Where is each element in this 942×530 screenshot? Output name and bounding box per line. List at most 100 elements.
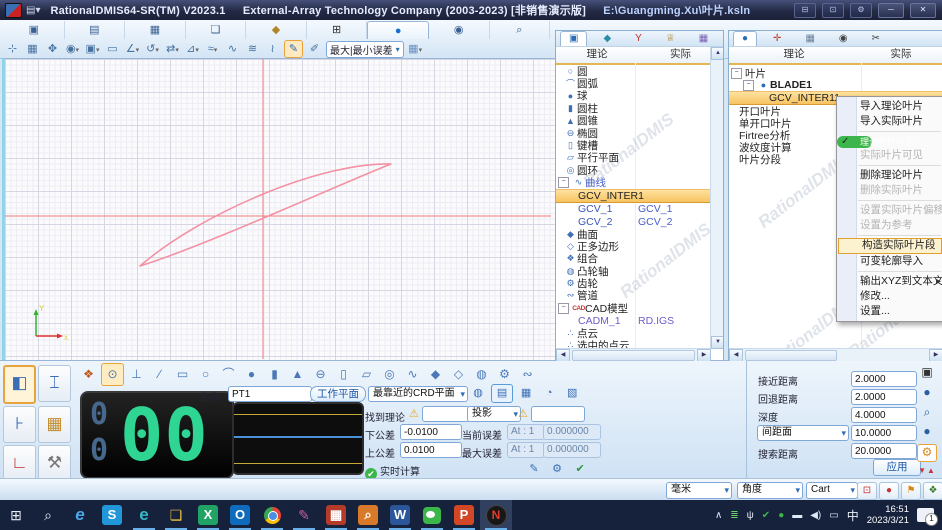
- crate-button[interactable]: ▦: [38, 406, 71, 443]
- spacing-dropdown[interactable]: 间距面: [757, 425, 849, 441]
- menu-item-highlighted[interactable]: 构造实际叶片段: [838, 238, 942, 254]
- graph-view-icon[interactable]: ▤: [491, 384, 513, 403]
- blade-tab[interactable]: ●: [733, 31, 757, 46]
- scroll-left-button[interactable]: ◀: [729, 349, 743, 362]
- fixture-button[interactable]: ⌶: [38, 365, 71, 402]
- tab-report[interactable]: ▤: [65, 21, 126, 39]
- probe-cube-button[interactable]: ◧: [3, 365, 36, 404]
- actual-column-header[interactable]: 实际: [859, 47, 942, 63]
- feature-config-icon[interactable]: ❖: [78, 364, 99, 385]
- powerpoint-icon[interactable]: P: [448, 500, 480, 530]
- polygon-icon[interactable]: ◇: [448, 364, 469, 385]
- menu-item[interactable]: 删除理论叶片: [837, 168, 942, 183]
- excel-icon[interactable]: X: [192, 500, 224, 530]
- scroll-left-button[interactable]: ◀: [556, 349, 570, 362]
- menu-item[interactable]: 可变轮廓导入: [837, 254, 942, 269]
- theory-column-header[interactable]: 理论: [556, 47, 638, 63]
- network-icon[interactable]: ▭: [829, 510, 838, 521]
- probe-view-icon[interactable]: ◍: [468, 385, 488, 402]
- menu-item[interactable]: 导入理论叶片: [837, 99, 942, 114]
- inspect-icon[interactable]: ⌕: [918, 405, 936, 421]
- zoom-window-icon[interactable]: ▦: [24, 41, 41, 57]
- scan-wave-icon[interactable]: ≈▾: [204, 41, 221, 57]
- touch-pen-icon[interactable]: ✎: [284, 40, 303, 58]
- paint-icon[interactable]: ✎: [288, 500, 320, 530]
- theory-column-header[interactable]: 理论: [729, 47, 859, 63]
- tab-workspace[interactable]: ▣: [4, 21, 65, 39]
- confirm-icon[interactable]: ✔: [570, 461, 590, 478]
- perf-icon[interactable]: ≣: [730, 510, 738, 521]
- tool-settings-icon[interactable]: ⚙: [547, 461, 567, 478]
- machine-link-icon[interactable]: ⚙: [850, 3, 872, 18]
- scan-rotate-icon[interactable]: ↺▾: [144, 41, 161, 57]
- menu-item-checked[interactable]: 理论叶片可见: [837, 136, 872, 148]
- menu-item[interactable]: 设置...: [837, 304, 942, 319]
- approach-input[interactable]: [851, 371, 917, 387]
- cam-icon[interactable]: ◍: [471, 364, 492, 385]
- vertical-scrollbar[interactable]: ▲ ▼: [710, 47, 723, 349]
- search-app-icon[interactable]: ⌕: [352, 500, 384, 530]
- volume-icon[interactable]: ◀): [810, 510, 821, 521]
- tree-item[interactable]: GCV_1GCV_1: [556, 203, 723, 215]
- tree-item[interactable]: ●BLADE1: [729, 79, 942, 91]
- probe-angle-icon[interactable]: ∠▾: [124, 41, 141, 57]
- scroll-up-button[interactable]: ▲: [711, 47, 724, 60]
- monitor-status-icon[interactable]: ⊡: [822, 3, 844, 18]
- browser360-icon[interactable]: ▦: [320, 500, 352, 530]
- flag-icon[interactable]: ⚑: [901, 482, 921, 500]
- word-icon[interactable]: W: [384, 500, 416, 530]
- units-dropdown[interactable]: 毫米: [666, 482, 732, 499]
- gear-icon[interactable]: ⚙: [494, 364, 515, 385]
- wave-mid-icon[interactable]: ≋: [244, 41, 261, 57]
- axes-feature-icon[interactable]: ⊥: [126, 364, 147, 385]
- usb-icon[interactable]: ψ: [747, 510, 754, 521]
- probe-ball-icon[interactable]: ●: [879, 482, 899, 500]
- menu-list-icon[interactable]: ▤▾: [26, 5, 40, 16]
- grid-options-icon[interactable]: ▦▾: [407, 41, 424, 57]
- card-icon[interactable]: ▬: [792, 510, 802, 521]
- scroll-thumb[interactable]: [745, 350, 837, 361]
- minimize-button[interactable]: ─: [878, 3, 904, 18]
- rationaldmis-icon[interactable]: N: [480, 500, 512, 530]
- point-icon[interactable]: ⊙: [101, 363, 124, 386]
- scroll-down-button[interactable]: ▼: [711, 336, 724, 349]
- machine-setup-button[interactable]: ⚒: [38, 445, 71, 482]
- wechat-icon[interactable]: [416, 500, 448, 530]
- curve-icon[interactable]: ∿: [402, 364, 423, 385]
- line-icon[interactable]: ∕: [149, 364, 170, 385]
- collapse-toggle[interactable]: [558, 303, 569, 314]
- collapse-toggle[interactable]: [743, 80, 754, 91]
- bounds-icon[interactable]: ⊡: [857, 482, 877, 500]
- coord-dropdown[interactable]: Cart: [806, 482, 858, 499]
- torus-icon[interactable]: ◎: [379, 364, 400, 385]
- antivirus-icon[interactable]: ✔: [762, 510, 770, 521]
- tree-item-selected[interactable]: GCV_INTER1: [556, 189, 723, 203]
- crown-icon[interactable]: ♕: [658, 32, 683, 46]
- slot-icon[interactable]: ▯: [333, 364, 354, 385]
- table-view-icon[interactable]: ▦: [516, 385, 536, 402]
- ie-icon[interactable]: e: [64, 500, 96, 530]
- error-mode-dropdown[interactable]: 最大|最小误差: [326, 41, 404, 58]
- collapse-toggle[interactable]: [558, 177, 569, 188]
- wave-low-icon[interactable]: ∿: [224, 41, 241, 57]
- ellipse-icon[interactable]: ⊖: [310, 364, 331, 385]
- edge-icon[interactable]: e: [128, 500, 160, 530]
- parallel-planes-icon[interactable]: ▱: [356, 364, 377, 385]
- tab-table[interactable]: ▦: [125, 21, 186, 39]
- orbit-icon[interactable]: ◉▾: [64, 41, 81, 57]
- axes-button[interactable]: ∟: [3, 445, 36, 482]
- remote-control-icon[interactable]: ⊟: [794, 3, 816, 18]
- layers-view-icon[interactable]: ▧: [562, 385, 582, 402]
- tree-item[interactable]: 叶片: [729, 67, 942, 79]
- output-icon[interactable]: ▣: [918, 365, 936, 381]
- plane-icon[interactable]: ▭: [172, 364, 193, 385]
- menu-item-submenu[interactable]: 输出XYZ到文本文件: [837, 274, 942, 289]
- blade-profile-curve[interactable]: [140, 164, 391, 266]
- solid-tab[interactable]: ▣: [560, 31, 587, 46]
- grid-photo-icon[interactable]: ▦: [691, 32, 716, 46]
- close-button[interactable]: ✕: [910, 3, 936, 18]
- mosaic-icon[interactable]: ❖: [923, 482, 942, 500]
- scroll-thumb[interactable]: [572, 350, 695, 361]
- tree-item[interactable]: CADCAD模型: [556, 302, 723, 314]
- tab-camera[interactable]: ⌕: [490, 21, 551, 39]
